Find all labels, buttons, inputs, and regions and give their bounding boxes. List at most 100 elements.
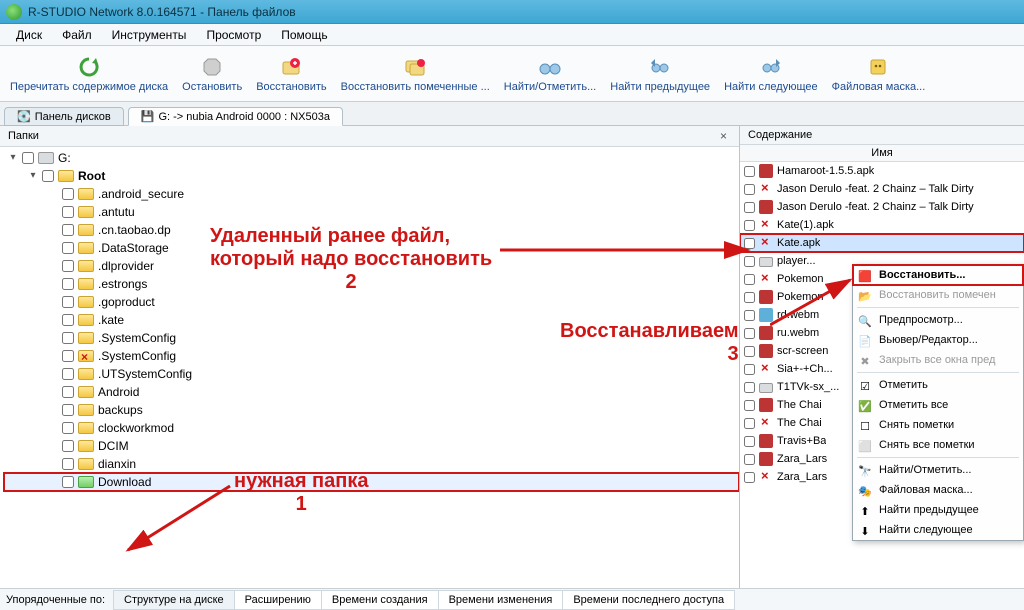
file-row[interactable]: Hamaroot-1.5.5.apk bbox=[740, 162, 1024, 180]
tree-checkbox[interactable] bbox=[62, 296, 74, 308]
file-checkbox[interactable] bbox=[744, 418, 755, 429]
column-header-name[interactable]: Имя bbox=[740, 145, 1024, 162]
tree-checkbox[interactable] bbox=[62, 440, 74, 452]
tree-checkbox[interactable] bbox=[62, 332, 74, 344]
filemask-button[interactable]: Файловая маска... bbox=[826, 49, 932, 99]
file-checkbox[interactable] bbox=[744, 166, 755, 177]
find-prev-button[interactable]: Найти предыдущее bbox=[604, 49, 716, 99]
tree-checkbox[interactable] bbox=[62, 188, 74, 200]
sort-atime[interactable]: Времени последнего доступа bbox=[562, 590, 735, 610]
ctx-recover-marked[interactable]: 📂 Восстановить помечен bbox=[853, 285, 1023, 305]
tree-row[interactable]: .SystemConfig bbox=[4, 329, 739, 347]
find-button[interactable]: Найти/Отметить... bbox=[498, 49, 602, 99]
menu-view[interactable]: Просмотр bbox=[196, 26, 271, 44]
tree-row[interactable]: .estrongs bbox=[4, 275, 739, 293]
tree-row[interactable]: ▾G: bbox=[4, 149, 739, 167]
file-checkbox[interactable] bbox=[744, 436, 755, 447]
ctx-viewer[interactable]: 📄 Вьювер/Редактор... bbox=[853, 330, 1023, 350]
stop-button[interactable]: Остановить bbox=[176, 49, 248, 99]
folder-tree[interactable]: ▾G:▾Root.android_secure.antutu.cn.taobao… bbox=[0, 147, 739, 588]
ctx-find-prev[interactable]: ⬆ Найти предыдущее bbox=[853, 500, 1023, 520]
ctx-unmark[interactable]: ☐ Снять пометки bbox=[853, 415, 1023, 435]
tree-checkbox[interactable] bbox=[62, 458, 74, 470]
tree-row[interactable]: .cn.taobao.dp bbox=[4, 221, 739, 239]
tree-row[interactable]: ▾Root bbox=[4, 167, 739, 185]
tree-row[interactable]: DCIM bbox=[4, 437, 739, 455]
tree-row[interactable]: clockworkmod bbox=[4, 419, 739, 437]
tree-row[interactable]: Android bbox=[4, 383, 739, 401]
expander-icon[interactable]: ▾ bbox=[8, 149, 18, 167]
sort-mtime[interactable]: Времени изменения bbox=[438, 590, 564, 610]
tab-drive[interactable]: 💾 G: -> nubia Android 0000 : NX503a bbox=[128, 107, 343, 126]
tree-checkbox[interactable] bbox=[62, 422, 74, 434]
file-row[interactable]: Jason Derulo -feat. 2 Chainz – Talk Dirt… bbox=[740, 198, 1024, 216]
tree-row[interactable]: .antutu bbox=[4, 203, 739, 221]
file-row[interactable]: Kate(1).apk bbox=[740, 216, 1024, 234]
ctx-mark-all[interactable]: ✅ Отметить все bbox=[853, 395, 1023, 415]
reread-button[interactable]: Перечитать содержимое диска bbox=[4, 49, 174, 99]
file-checkbox[interactable] bbox=[744, 328, 755, 339]
tree-row[interactable]: .DataStorage bbox=[4, 239, 739, 257]
tree-row[interactable]: dianxin bbox=[4, 455, 739, 473]
tree-checkbox[interactable] bbox=[62, 242, 74, 254]
file-checkbox[interactable] bbox=[744, 400, 755, 411]
file-row[interactable]: Jason Derulo -feat. 2 Chainz – Talk Dirt… bbox=[740, 180, 1024, 198]
file-checkbox[interactable] bbox=[744, 364, 755, 375]
file-checkbox[interactable] bbox=[744, 238, 755, 249]
tree-checkbox[interactable] bbox=[42, 170, 54, 182]
expander-icon[interactable]: ▾ bbox=[28, 167, 38, 185]
tree-checkbox[interactable] bbox=[62, 260, 74, 272]
tree-checkbox[interactable] bbox=[62, 368, 74, 380]
tree-checkbox[interactable] bbox=[62, 404, 74, 416]
menu-disk[interactable]: Диск bbox=[6, 26, 52, 44]
menu-help[interactable]: Помощь bbox=[271, 26, 337, 44]
tree-row[interactable]: .dlprovider bbox=[4, 257, 739, 275]
menu-file[interactable]: Файл bbox=[52, 26, 102, 44]
tree-checkbox[interactable] bbox=[22, 152, 34, 164]
ctx-preview[interactable]: 🔍 Предпросмотр... bbox=[853, 310, 1023, 330]
file-row[interactable]: Kate.apk bbox=[740, 234, 1024, 252]
tab-panel-disks[interactable]: 💽 Панель дисков bbox=[4, 107, 124, 126]
file-label: Travis+Ba bbox=[777, 435, 826, 447]
file-checkbox[interactable] bbox=[744, 220, 755, 231]
tree-checkbox[interactable] bbox=[62, 350, 74, 362]
tree-checkbox[interactable] bbox=[62, 224, 74, 236]
tree-row[interactable]: .kate bbox=[4, 311, 739, 329]
ctx-recover[interactable]: 🟥 Восстановить... bbox=[853, 265, 1023, 285]
tree-row[interactable]: Download bbox=[4, 473, 739, 491]
ctx-mark[interactable]: ☑ Отметить bbox=[853, 375, 1023, 395]
ctx-close-all[interactable]: ✖ Закрыть все окна пред bbox=[853, 350, 1023, 370]
file-checkbox[interactable] bbox=[744, 184, 755, 195]
close-icon[interactable]: × bbox=[716, 129, 731, 143]
ctx-find-next[interactable]: ⬇ Найти следующее bbox=[853, 520, 1023, 540]
file-checkbox[interactable] bbox=[744, 472, 755, 483]
file-checkbox[interactable] bbox=[744, 256, 755, 267]
file-checkbox[interactable] bbox=[744, 310, 755, 321]
menu-tools[interactable]: Инструменты bbox=[102, 26, 197, 44]
ctx-filemask[interactable]: 🎭 Файловая маска... bbox=[853, 480, 1023, 500]
file-checkbox[interactable] bbox=[744, 292, 755, 303]
sort-structure[interactable]: Структуре на диске bbox=[113, 590, 235, 610]
sort-extension[interactable]: Расширению bbox=[234, 590, 322, 610]
tree-row[interactable]: .goproduct bbox=[4, 293, 739, 311]
tree-row[interactable]: .SystemConfig bbox=[4, 347, 739, 365]
tree-checkbox[interactable] bbox=[62, 386, 74, 398]
recover-marked-button[interactable]: Восстановить помеченные ... bbox=[335, 49, 496, 99]
file-checkbox[interactable] bbox=[744, 202, 755, 213]
sort-ctime[interactable]: Времени создания bbox=[321, 590, 439, 610]
file-checkbox[interactable] bbox=[744, 454, 755, 465]
tree-checkbox[interactable] bbox=[62, 278, 74, 290]
tree-checkbox[interactable] bbox=[62, 476, 74, 488]
ctx-unmark-all[interactable]: ⬜ Снять все пометки bbox=[853, 435, 1023, 455]
file-checkbox[interactable] bbox=[744, 274, 755, 285]
tree-row[interactable]: .android_secure bbox=[4, 185, 739, 203]
file-checkbox[interactable] bbox=[744, 382, 755, 393]
find-next-button[interactable]: Найти следующее bbox=[718, 49, 824, 99]
ctx-find[interactable]: 🔭 Найти/Отметить... bbox=[853, 460, 1023, 480]
tree-checkbox[interactable] bbox=[62, 206, 74, 218]
tree-checkbox[interactable] bbox=[62, 314, 74, 326]
tree-row[interactable]: backups bbox=[4, 401, 739, 419]
recover-button[interactable]: Восстановить bbox=[250, 49, 332, 99]
tree-row[interactable]: .UTSystemConfig bbox=[4, 365, 739, 383]
file-checkbox[interactable] bbox=[744, 346, 755, 357]
